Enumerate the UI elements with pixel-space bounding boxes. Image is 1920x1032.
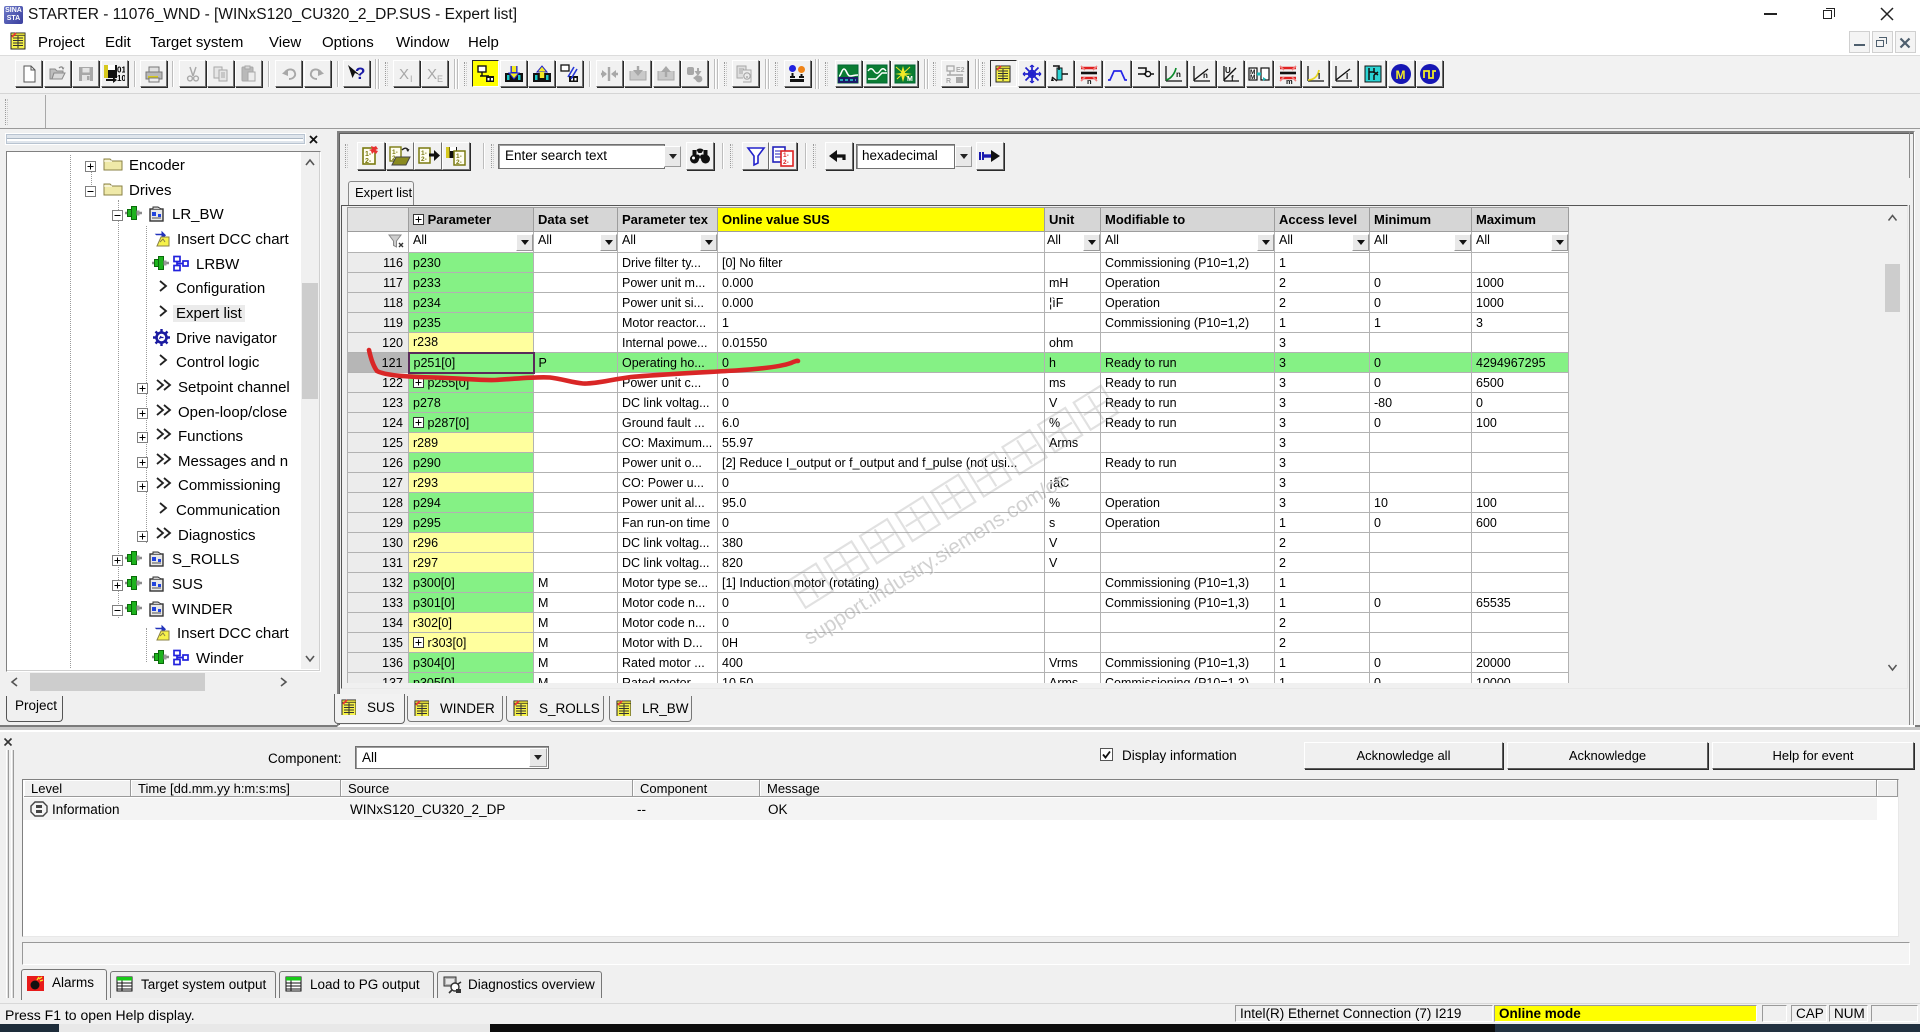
svg-text:I: I <box>410 74 413 83</box>
svg-text:1-: 1- <box>365 151 372 158</box>
svg-text:1-: 1- <box>783 152 789 159</box>
svg-text:?: ? <box>355 64 365 83</box>
svg-text:X: X <box>399 66 409 83</box>
svg-text:M: M <box>1396 68 1406 82</box>
svg-text:E2: E2 <box>956 67 965 74</box>
svg-text:2-: 2- <box>421 156 427 163</box>
svg-text:m: m <box>1286 77 1293 84</box>
svg-text:2-: 2- <box>456 159 462 166</box>
svg-text:M: M <box>1250 74 1255 81</box>
svg-text:n: n <box>1176 70 1181 79</box>
svg-text:E: E <box>437 74 443 83</box>
svg-text:2-: 2- <box>365 158 372 165</box>
svg-text:M: M <box>907 76 913 83</box>
svg-text:X: X <box>427 66 437 83</box>
svg-text:I: I <box>1346 72 1348 81</box>
svg-text:n: n <box>1203 71 1208 80</box>
svg-text:R: R <box>946 78 951 84</box>
svg-text:I: I <box>1318 72 1320 81</box>
svg-text:f: f <box>1231 74 1234 83</box>
svg-text:n: n <box>1087 77 1092 84</box>
svg-text:10: 10 <box>117 74 125 83</box>
svg-text:2-: 2- <box>783 159 789 166</box>
